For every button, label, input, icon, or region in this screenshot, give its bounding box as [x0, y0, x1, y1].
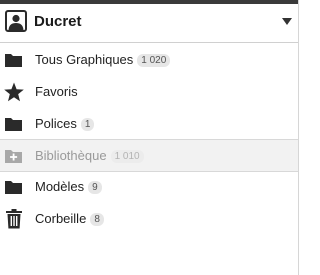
sidebar-item-label: Corbeille 8 [35, 211, 104, 226]
sidebar-item-label: Modèles 9 [35, 179, 102, 194]
item-text: Bibliothèque [35, 148, 107, 163]
folder-icon [3, 49, 25, 71]
account-header[interactable]: Ducret [0, 4, 298, 43]
item-text: Corbeille [35, 211, 87, 226]
sidebar-panel: Ducret Tous Graphiques 1 020 Favoris Pol… [0, 0, 299, 275]
sidebar-item-bibliotheque[interactable]: Bibliothèque 1 010 [0, 139, 298, 172]
account-name[interactable]: Ducret [34, 13, 82, 30]
item-text: Favoris [35, 84, 78, 99]
sidebar-item-modeles[interactable]: Modèles 9 [0, 172, 298, 202]
sidebar-item-favoris[interactable]: Favoris [0, 77, 298, 107]
count-badge: 9 [88, 181, 102, 194]
folder-icon [3, 113, 25, 135]
item-text: Modèles [35, 179, 85, 194]
item-text: Polices [35, 116, 77, 131]
user-avatar-icon [5, 10, 27, 32]
count-badge: 1 010 [110, 150, 144, 163]
trash-icon [3, 208, 25, 230]
sidebar-item-label: Favoris [35, 84, 78, 99]
count-badge: 1 020 [137, 54, 171, 67]
item-text: Tous Graphiques [35, 52, 134, 67]
count-badge: 1 [80, 118, 95, 131]
sidebar-item-polices[interactable]: Polices 1 [0, 109, 298, 139]
sidebar-item-label: Tous Graphiques 1 020 [35, 52, 171, 67]
sidebar-item-corbeille[interactable]: Corbeille 8 [0, 204, 298, 234]
sidebar-item-label: Bibliothèque 1 010 [35, 148, 144, 163]
sidebar-item-tous-graphiques[interactable]: Tous Graphiques 1 020 [0, 45, 298, 75]
sidebar-item-label: Polices 1 [35, 116, 95, 131]
folder-icon [3, 176, 25, 198]
star-icon [3, 81, 25, 103]
add-folder-icon [3, 145, 25, 167]
dropdown-caret-icon[interactable] [282, 18, 292, 25]
count-badge: 8 [90, 213, 104, 226]
